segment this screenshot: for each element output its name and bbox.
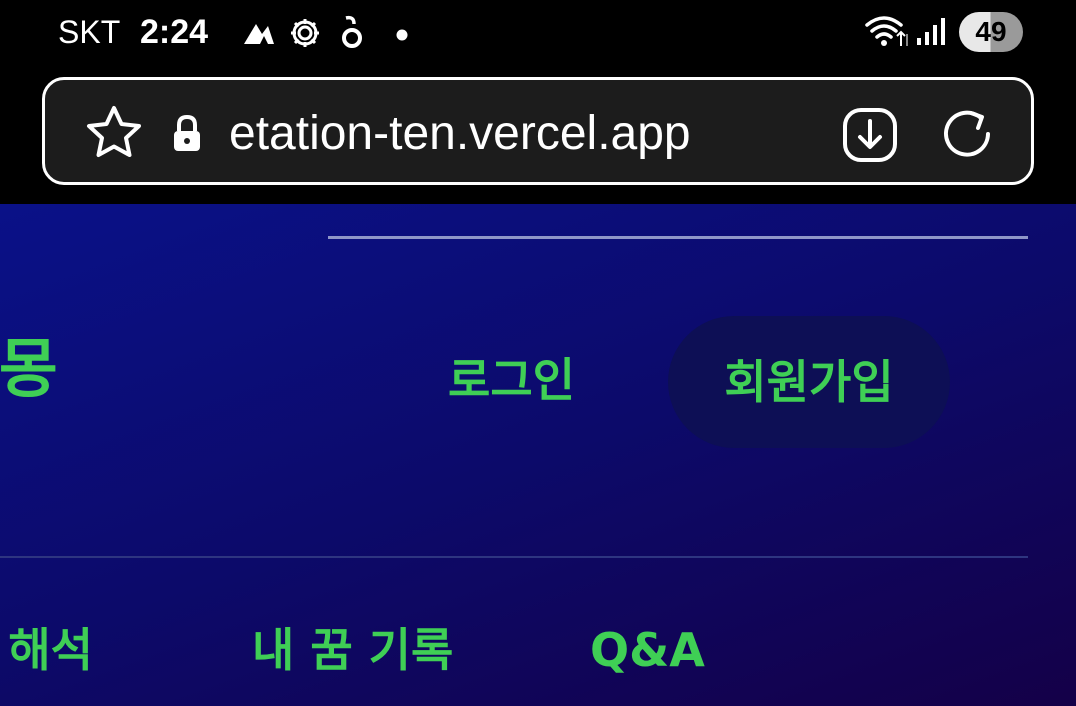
address-bar[interactable]: etation-ten.vercel.app	[42, 77, 1034, 185]
web-page: 해몽 로그인 회원가입 꿈 해석 내 꿈 기록 Q&A	[0, 204, 1076, 706]
site-logo-text[interactable]: 해몽	[0, 330, 58, 410]
download-icon[interactable]	[841, 106, 899, 168]
lock-icon[interactable]	[171, 114, 203, 158]
nav-item-my-dream-records[interactable]: 내 꿈 기록	[252, 620, 453, 680]
signal-icon	[916, 16, 948, 50]
browser-toolbar: etation-ten.vercel.app	[0, 66, 1076, 204]
header-top-line	[328, 236, 1028, 239]
app-notification-icon	[340, 14, 364, 54]
signup-button[interactable]: 회원가입	[668, 316, 950, 448]
clock-time: 2:24	[140, 13, 209, 51]
dot-icon	[396, 26, 408, 45]
star-icon[interactable]	[85, 104, 143, 164]
url-text[interactable]: etation-ten.vercel.app	[229, 104, 825, 164]
battery-level: 49	[959, 12, 1023, 52]
threads-icon	[242, 18, 276, 52]
nav-item-dream-interpretation[interactable]: 꿈 해석	[0, 620, 93, 680]
status-bar: SKT 2:24 49	[0, 0, 1076, 66]
nav-item-qna[interactable]: Q&A	[590, 620, 705, 680]
login-link[interactable]: 로그인	[448, 350, 575, 410]
settings-gear-icon	[288, 16, 322, 54]
wifi-icon	[864, 14, 910, 52]
carrier-label: SKT	[58, 14, 121, 50]
header-divider	[0, 556, 1028, 558]
reload-icon[interactable]	[937, 104, 997, 168]
